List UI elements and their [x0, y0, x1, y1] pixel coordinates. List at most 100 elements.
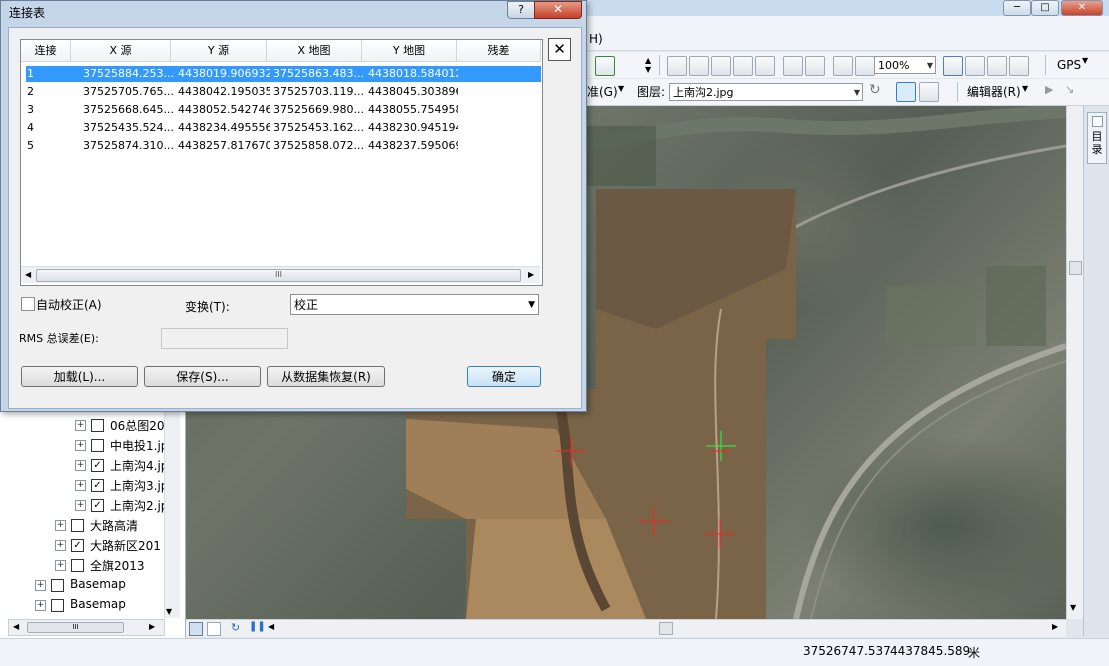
toc-layer-row[interactable]: + 大路高清: [0, 515, 170, 535]
layer-visibility-checkbox[interactable]: [51, 579, 64, 592]
layer-name[interactable]: 上南沟3.jp: [110, 477, 164, 494]
map-horizontal-scrollbar[interactable]: ↻ ❚❚ ◀ ▶: [186, 619, 1066, 637]
toc-layer-row[interactable]: + 全旗2013: [0, 555, 170, 575]
column-header-y-map[interactable]: Y 地图: [362, 40, 457, 62]
link-table-row[interactable]: 2 37525705.765... 4438042.195035 37525703.1…: [26, 84, 541, 100]
column-header-x-map[interactable]: X 地图: [267, 40, 362, 62]
expand-icon[interactable]: +: [35, 580, 46, 591]
scroll-down-icon[interactable]: ▼: [166, 607, 172, 616]
expand-icon[interactable]: +: [35, 600, 46, 611]
pause-icon[interactable]: ❚❚: [249, 621, 266, 632]
link-tool-icon[interactable]: [595, 56, 615, 76]
rotate-icon[interactable]: ↻: [869, 82, 887, 100]
layer-name[interactable]: 中电投1.jp: [110, 437, 164, 454]
layer-name[interactable]: 上南沟2.jp: [110, 497, 164, 514]
toc-layer-row[interactable]: +06总图20: [0, 415, 170, 435]
expand-icon[interactable]: +: [75, 420, 86, 431]
refresh-icon[interactable]: ↻: [231, 621, 240, 634]
expand-icon[interactable]: +: [75, 440, 86, 451]
toc-vertical-scrollbar[interactable]: ▼: [164, 412, 180, 618]
control-point-marker[interactable]: [551, 431, 591, 471]
link-table[interactable]: 连接 X 源 Y 源 X 地图 Y 地图 残差 1 37525884.253...…: [20, 39, 543, 286]
select-icon[interactable]: [855, 56, 875, 76]
data-view-icon[interactable]: [965, 56, 985, 76]
catalog-tab[interactable]: 目录: [1087, 112, 1107, 164]
pan-icon[interactable]: [711, 56, 731, 76]
link-table-row[interactable]: 4 37525435.524... 4438234.495556 37525453.1…: [26, 120, 541, 136]
layer-visibility-checkbox[interactable]: [91, 419, 104, 432]
scroll-right-icon[interactable]: ▶: [528, 270, 534, 279]
zoom-level-combo[interactable]: 100% ▼: [874, 56, 936, 74]
control-point-marker[interactable]: [701, 426, 741, 466]
map-vscroll-thumb[interactable]: [1069, 261, 1082, 275]
georeferencing-menu[interactable]: 准(G): [587, 83, 618, 101]
link-table-horizontal-scrollbar[interactable]: ◀ III ▶: [21, 266, 540, 283]
toolbar-dropdown-icon[interactable]: ▲ ▼: [645, 56, 653, 74]
auto-adjust-checkbox[interactable]: [21, 297, 35, 311]
layer-visibility-checkbox[interactable]: [91, 439, 104, 452]
scroll-left-icon[interactable]: ◀: [13, 622, 19, 631]
toc-layer-row[interactable]: + Basemap: [0, 575, 170, 595]
column-header-y-source[interactable]: Y 源: [171, 40, 267, 62]
view-link-table-icon[interactable]: [919, 82, 939, 102]
expand-icon[interactable]: +: [75, 480, 86, 491]
expand-icon[interactable]: +: [75, 460, 86, 471]
gps-menu[interactable]: GPS: [1057, 56, 1081, 74]
layer-name[interactable]: Basemap: [70, 597, 164, 611]
control-point-marker[interactable]: [634, 501, 674, 541]
layer-visibility-checkbox[interactable]: [51, 599, 64, 612]
toc-layer-row[interactable]: + ✓ 上南沟3.jp: [0, 475, 170, 495]
expand-icon[interactable]: +: [75, 500, 86, 511]
app-close-button[interactable]: ✕: [1061, 0, 1103, 16]
map-hscroll-thumb[interactable]: [659, 622, 673, 635]
zoom-out-icon[interactable]: [689, 56, 709, 76]
layer-visibility-checkbox[interactable]: ✓: [91, 499, 104, 512]
layer-name[interactable]: 大路高清: [90, 517, 164, 534]
link-table-row[interactable]: 5 37525874.310... 4438257.817670 37525858.0…: [26, 138, 541, 154]
layer-name[interactable]: 上南沟4.jp: [110, 457, 164, 474]
edit-tool-icon[interactable]: ▶: [1045, 83, 1053, 96]
scroll-right-icon[interactable]: ▶: [1052, 622, 1058, 631]
scroll-right-icon[interactable]: ▶: [149, 622, 155, 631]
restore-from-dataset-button[interactable]: 从数据集恢复(R): [267, 366, 385, 387]
column-header-residual[interactable]: 残差: [457, 40, 541, 62]
toc-layer-row[interactable]: + Basemap: [0, 595, 170, 615]
column-header-link[interactable]: 连接: [21, 40, 71, 62]
layer-visibility-checkbox[interactable]: [71, 559, 84, 572]
help-button[interactable]: ?: [507, 1, 535, 19]
save-button[interactable]: 保存(S)...: [144, 366, 261, 387]
toc-layer-row[interactable]: + ✓ 大路新区201: [0, 535, 170, 555]
editor-menu[interactable]: 编辑器(R): [967, 83, 1021, 101]
next-extent-icon[interactable]: [833, 56, 853, 76]
link-table-scroll-thumb[interactable]: III: [36, 269, 521, 282]
previous-extent-icon[interactable]: [805, 56, 825, 76]
fixed-zoom-out-icon[interactable]: [783, 56, 803, 76]
scroll-down-icon[interactable]: ▼: [1070, 603, 1076, 612]
column-header-x-source[interactable]: X 源: [71, 40, 171, 62]
toc-layer-row[interactable]: + ✓ 上南沟2.jp: [0, 495, 170, 515]
toc-horizontal-scrollbar[interactable]: ◀ III ▶: [8, 619, 165, 636]
expand-icon[interactable]: +: [55, 520, 66, 531]
expand-icon[interactable]: +: [55, 560, 66, 571]
toc-layer-row[interactable]: + ✓ 上南沟4.jp: [0, 455, 170, 475]
dialog-close-button[interactable]: ✕: [534, 1, 582, 19]
transform-select[interactable]: 校正 ▼: [290, 294, 539, 315]
zoom-in-icon[interactable]: [667, 56, 687, 76]
layer-visibility-checkbox[interactable]: ✓: [91, 459, 104, 472]
sketch-tool-icon[interactable]: ↘: [1065, 83, 1074, 96]
toc-layer-row[interactable]: + 中电投1.jp: [0, 435, 170, 455]
delete-link-button[interactable]: ✕: [548, 38, 571, 61]
layout-view-icon[interactable]: [943, 56, 963, 76]
ok-button[interactable]: 确定: [467, 366, 541, 387]
maximize-button[interactable]: □: [1031, 0, 1059, 16]
layer-visibility-checkbox[interactable]: ✓: [71, 539, 84, 552]
scroll-left-icon[interactable]: ◀: [25, 270, 31, 279]
minimize-button[interactable]: ─: [1003, 0, 1031, 16]
data-view-button[interactable]: [189, 622, 203, 636]
toc-scroll-thumb[interactable]: III: [27, 622, 124, 633]
toggle-icon[interactable]: [987, 56, 1007, 76]
layer-name[interactable]: Basemap: [70, 577, 164, 591]
full-extent-icon[interactable]: [733, 56, 753, 76]
layer-visibility-checkbox[interactable]: [71, 519, 84, 532]
fixed-zoom-icon[interactable]: [755, 56, 775, 76]
